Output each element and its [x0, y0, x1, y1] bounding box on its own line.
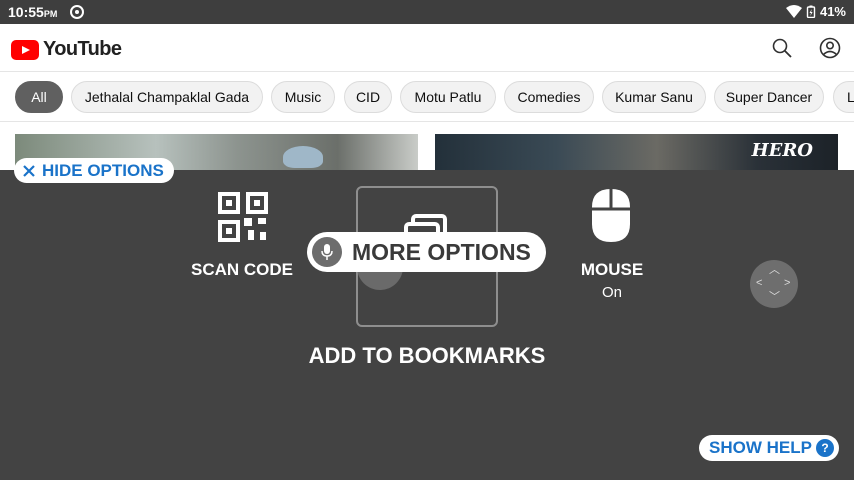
- chip-super-dancer[interactable]: Super Dancer: [714, 81, 824, 113]
- hide-options-button[interactable]: HIDE OPTIONS: [14, 158, 174, 183]
- arrow-right-icon: >: [784, 277, 791, 289]
- mouse-label[interactable]: MOUSE: [562, 260, 662, 280]
- wifi-icon: [785, 5, 802, 18]
- mouse-icon[interactable]: [590, 187, 632, 244]
- app-name: YouTube: [43, 38, 122, 60]
- more-options-button[interactable]: MORE OPTIONS: [307, 232, 546, 272]
- battery-icon: [806, 5, 816, 18]
- close-icon: [23, 164, 35, 177]
- thumbnail-figure: [283, 146, 323, 168]
- mic-icon: [312, 237, 342, 267]
- arrow-down-icon: ﹀: [769, 291, 780, 303]
- chip-kumar-sanu[interactable]: Kumar Sanu: [602, 81, 706, 113]
- status-bar: 10:55PM 41%: [0, 0, 854, 24]
- show-help-label: SHOW HELP: [709, 438, 812, 457]
- chip-label: CID: [355, 89, 381, 105]
- thumbnail-text: HERO: [751, 140, 813, 161]
- youtube-logo[interactable]: YouTube: [11, 38, 122, 61]
- battery-percent: 41%: [819, 4, 846, 19]
- scan-code-label[interactable]: SCAN CODE: [180, 260, 304, 280]
- chip-cid[interactable]: CID: [344, 81, 392, 113]
- chip-partial[interactable]: L: [833, 81, 854, 113]
- arrow-left-icon: <: [756, 277, 763, 289]
- more-options-label: MORE OPTIONS: [352, 238, 531, 265]
- hide-options-label: HIDE OPTIONS: [42, 160, 164, 180]
- chip-label: Comedies: [517, 89, 581, 105]
- chip-label: Motu Patlu: [414, 89, 482, 105]
- search-icon[interactable]: [770, 36, 794, 60]
- ampm-text: PM: [43, 9, 58, 19]
- notification-icon: [70, 5, 84, 19]
- account-icon[interactable]: [818, 36, 842, 60]
- youtube-header: YouTube: [0, 24, 854, 72]
- chip-music[interactable]: Music: [271, 81, 335, 113]
- chip-motu-patlu[interactable]: Motu Patlu: [400, 81, 496, 113]
- status-right: 41%: [785, 4, 846, 19]
- chip-label: Jethalal Champaklal Gada: [84, 89, 250, 105]
- chip-comedies[interactable]: Comedies: [504, 81, 594, 113]
- arrow-up-icon: ︿: [769, 264, 780, 276]
- dpad-move-icon[interactable]: ︿ ﹀ < >: [750, 260, 798, 308]
- chip-label: L: [847, 89, 854, 105]
- chip-label: Music: [284, 89, 322, 105]
- youtube-play-icon: [11, 39, 39, 60]
- chip-jethalal[interactable]: Jethalal Champaklal Gada: [71, 81, 263, 113]
- category-chip-bar: All Jethalal Champaklal Gada Music CID M…: [0, 72, 854, 122]
- mouse-state: On: [601, 284, 622, 301]
- add-to-bookmarks-label[interactable]: ADD TO BOOKMARKS: [290, 343, 564, 369]
- help-icon: ?: [816, 439, 834, 457]
- chip-label: All: [31, 89, 47, 105]
- qr-code-icon[interactable]: [218, 192, 268, 242]
- status-time: 10:55PM: [8, 4, 57, 20]
- chip-label: Super Dancer: [725, 89, 813, 105]
- video-thumbnail[interactable]: HERO: [435, 134, 838, 170]
- show-help-button[interactable]: SHOW HELP ?: [699, 435, 839, 461]
- time-text: 10:55: [8, 4, 44, 20]
- screen: 10:55PM 41% YouTube All Jethalal Champak…: [0, 0, 854, 480]
- chip-label: Kumar Sanu: [615, 89, 693, 105]
- chip-all[interactable]: All: [15, 81, 63, 113]
